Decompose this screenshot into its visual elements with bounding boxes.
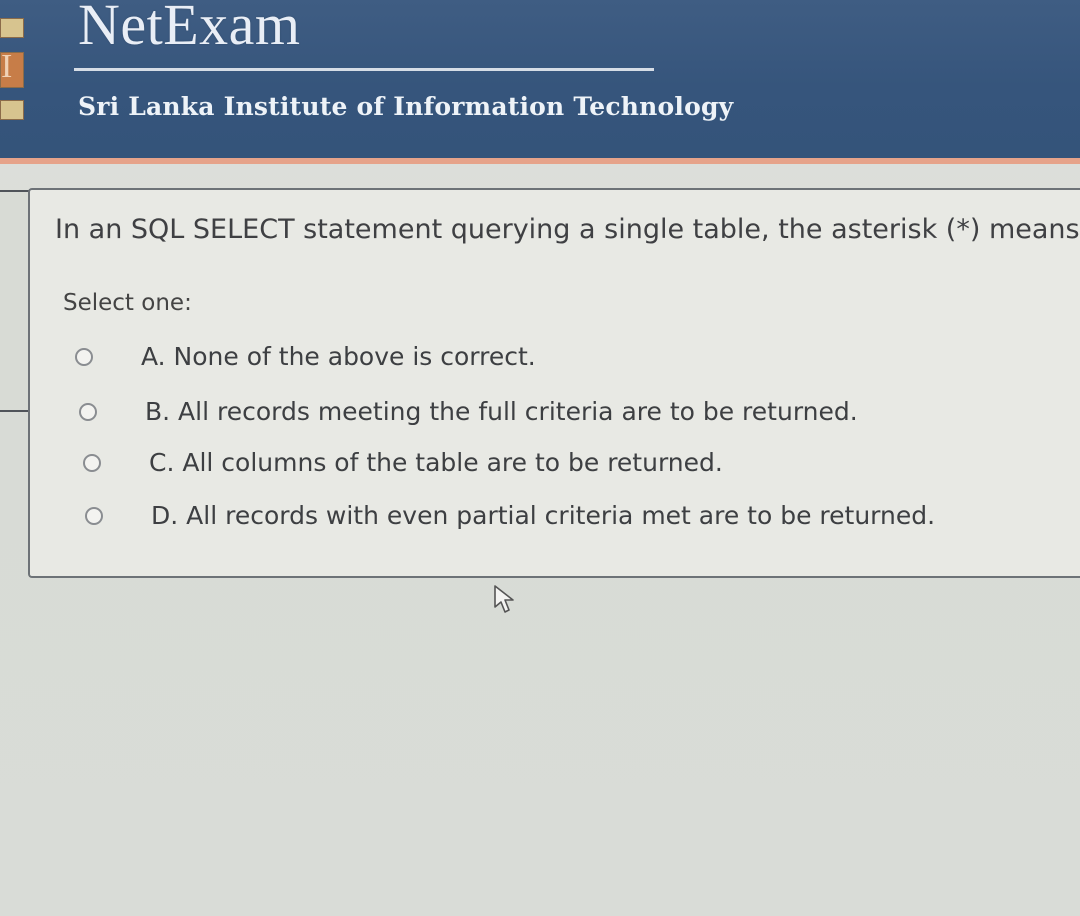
question-card: In an SQL SELECT statement querying a si… [28,188,1080,578]
institution-name: Sri Lanka Institute of Information Techn… [78,92,734,121]
exam-page: I NetExam Sri Lanka Institute of Informa… [0,0,1080,916]
header-accent-line [0,158,1080,164]
answer-option-d[interactable]: D. All records with even partial criteri… [85,501,935,530]
answer-option-b[interactable]: B. All records meeting the full criteria… [79,397,858,426]
institute-logo-icon: I [0,18,26,128]
logo-block-top [0,18,24,38]
site-header: I NetExam Sri Lanka Institute of Informa… [0,0,1080,158]
brand-title: NetExam [78,0,301,57]
answer-option-c-label[interactable]: C. All columns of the table are to be re… [149,448,723,477]
mouse-pointer-icon [494,585,514,613]
radio-button-b[interactable] [79,402,97,421]
answer-option-a[interactable]: A. None of the above is correct. [75,342,536,371]
answer-option-b-label[interactable]: B. All records meeting the full criteria… [145,397,858,426]
radio-button-a[interactable] [75,347,93,366]
question-text: In an SQL SELECT statement querying a si… [55,214,1080,245]
radio-button-c[interactable] [83,453,101,472]
radio-button-d[interactable] [85,506,103,525]
select-one-label: Select one: [63,290,192,316]
answer-option-c[interactable]: C. All columns of the table are to be re… [83,448,723,477]
answer-option-a-label[interactable]: A. None of the above is correct. [141,342,536,371]
answer-option-d-label[interactable]: D. All records with even partial criteri… [151,501,935,530]
logo-letter-icon: I [1,48,13,85]
logo-block-bottom [0,100,24,120]
header-divider [74,68,654,71]
